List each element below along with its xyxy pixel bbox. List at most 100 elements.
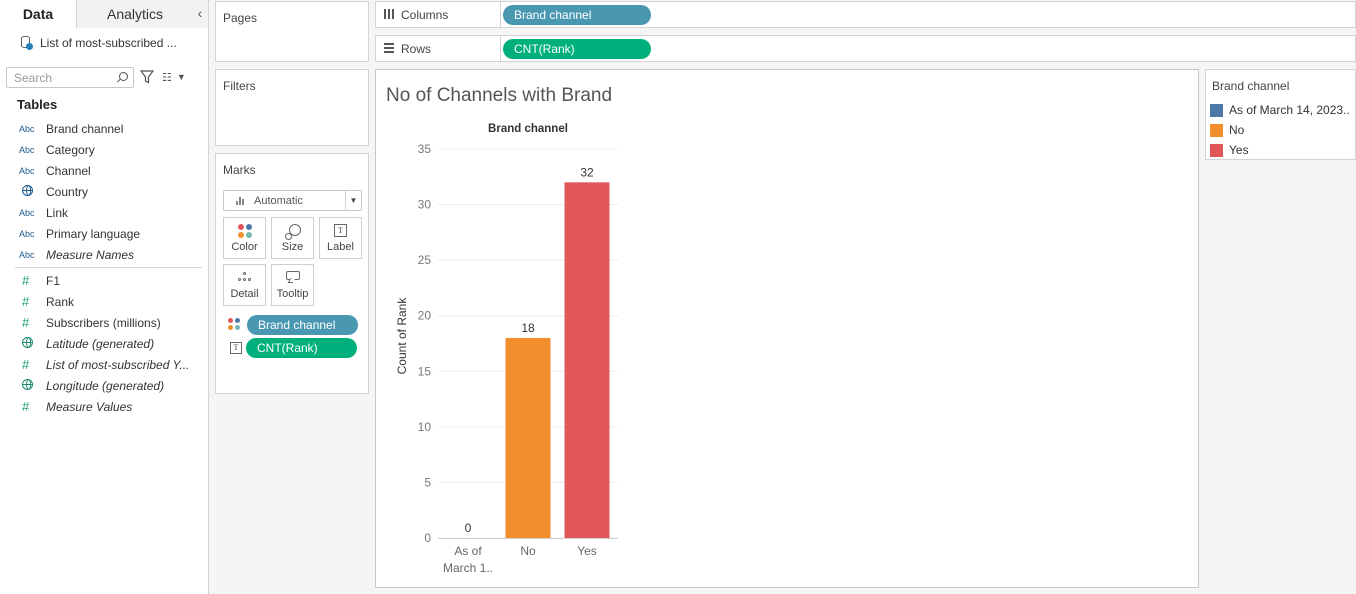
rows-label: Rows — [401, 42, 432, 56]
field-rank[interactable]: # Rank — [0, 291, 208, 312]
marks-label-row: T CNT(Rank) — [228, 338, 357, 358]
datasource-icon — [20, 36, 34, 50]
data-label: 0 — [465, 521, 472, 535]
tooltip-button[interactable]: Tooltip — [271, 264, 314, 306]
globe-icon — [22, 379, 33, 390]
marks-title: Marks — [223, 163, 256, 177]
size-label: Size — [281, 241, 304, 253]
detail-button[interactable]: Detail — [223, 264, 266, 306]
size-button[interactable]: Size — [271, 217, 314, 259]
color-button[interactable]: Color — [223, 217, 266, 259]
legend-item[interactable]: As of March 14, 2023.. — [1210, 102, 1350, 118]
columns-shelf[interactable]: Columns Brand channel — [375, 1, 1356, 28]
y-tick-label: 10 — [418, 420, 432, 434]
field-label: Rank — [46, 294, 75, 309]
legend-swatch — [1210, 103, 1223, 117]
field-longitude[interactable]: Longitude (generated) — [0, 375, 208, 396]
field-subscribers[interactable]: # Subscribers (millions) — [0, 312, 208, 333]
filters-title: Filters — [223, 79, 256, 93]
globe-icon — [22, 185, 33, 196]
tab-analytics[interactable]: Analytics — [77, 0, 193, 28]
y-tick-label: 15 — [418, 364, 432, 378]
y-tick-label: 25 — [418, 253, 432, 267]
datasource-item[interactable]: List of most-subscribed ... — [20, 34, 206, 52]
y-axis-title: Count of Rank — [395, 297, 409, 375]
legend-label: As of March 14, 2023.. — [1229, 103, 1350, 117]
globe-icon — [22, 337, 33, 348]
chevron-down-icon[interactable]: ▼ — [177, 72, 186, 82]
color-label: Color — [231, 241, 258, 253]
label-icon: T — [230, 342, 242, 354]
x-tick-label: March 1.. — [443, 561, 493, 575]
pages-card[interactable]: Pages — [215, 1, 369, 62]
data-label: 18 — [521, 321, 535, 335]
field-label: Primary language — [46, 226, 141, 241]
dimension-measure-divider — [15, 267, 202, 268]
pages-title: Pages — [223, 11, 258, 25]
field-brand-channel[interactable]: Abc Brand channel — [0, 118, 208, 139]
filter-icon[interactable] — [140, 70, 154, 84]
y-tick-label: 30 — [418, 198, 432, 212]
marks-card: Marks Automatic ▼ Color Size T Label Det… — [215, 153, 369, 394]
field-category[interactable]: Abc Category — [0, 139, 208, 160]
detail-icon — [237, 271, 252, 283]
mark-type-dropdown[interactable]: Automatic ▼ — [223, 190, 362, 211]
size-icon — [284, 224, 301, 240]
field-list: Abc Brand channel Abc Category Abc Channel … — [0, 118, 208, 417]
columns-shelf-header: Columns — [376, 2, 501, 27]
string-type-icon: Abc — [19, 207, 35, 218]
field-measure-values[interactable]: # Measure Values — [0, 396, 208, 417]
color-icon — [228, 318, 244, 332]
mark-type-label: Automatic — [254, 195, 303, 207]
field-label: Subscribers (millions) — [46, 315, 161, 330]
viz-area[interactable]: No of Channels with Brand Brand channel 0… — [375, 69, 1199, 588]
marks-pill-brand-channel[interactable]: Brand channel — [247, 315, 358, 335]
field-record-count[interactable]: # List of most-subscribed Y... — [0, 354, 208, 375]
tab-data[interactable]: Data — [0, 0, 77, 29]
data-label: 32 — [580, 165, 594, 179]
field-latitude[interactable]: Latitude (generated) — [0, 333, 208, 354]
detail-label: Detail — [230, 288, 259, 300]
y-tick-label: 20 — [418, 309, 432, 323]
field-primary-language[interactable]: Abc Primary language — [0, 223, 208, 244]
rows-shelf[interactable]: Rows CNT(Rank) — [375, 35, 1356, 62]
rows-icon — [383, 42, 395, 54]
field-label: Category — [46, 142, 95, 157]
x-tick-label: No — [520, 544, 536, 558]
view-options-icon[interactable]: ☷ — [162, 71, 172, 84]
chevron-down-icon[interactable]: ▼ — [345, 191, 361, 210]
legend-item[interactable]: Yes — [1210, 142, 1249, 158]
search-row: Search ☷ ▼ — [6, 66, 206, 88]
label-label: Label — [327, 241, 354, 253]
number-type-icon: # — [22, 315, 30, 330]
tooltip-label: Tooltip — [276, 288, 309, 300]
bar-1 — [505, 337, 551, 538]
rows-pill-cnt-rank[interactable]: CNT(Rank) — [503, 39, 651, 59]
number-type-icon: # — [22, 357, 30, 372]
search-input[interactable]: Search — [6, 66, 134, 88]
tables-header: Tables — [17, 97, 58, 112]
field-country[interactable]: Country — [0, 181, 208, 202]
marks-pill-cnt-rank[interactable]: CNT(Rank) — [246, 338, 357, 358]
string-type-icon: Abc — [19, 144, 35, 155]
field-measure-names[interactable]: Abc Measure Names — [0, 244, 208, 265]
legend-item[interactable]: No — [1210, 122, 1244, 138]
field-f1[interactable]: # F1 — [0, 270, 208, 291]
rows-shelf-header: Rows — [376, 36, 501, 61]
label-button[interactable]: T Label — [319, 217, 362, 259]
collapse-pane-icon[interactable]: ‹ — [192, 0, 208, 28]
columns-pill-brand-channel[interactable]: Brand channel — [503, 5, 651, 25]
string-type-icon: Abc — [19, 123, 35, 134]
y-tick-label: 35 — [418, 142, 432, 156]
y-tick-label: 0 — [424, 531, 431, 545]
legend-title: Brand channel — [1212, 79, 1290, 93]
marks-color-row: Brand channel — [228, 315, 358, 335]
bar-2 — [564, 182, 610, 538]
field-label: List of most-subscribed Y... — [46, 357, 190, 372]
field-link[interactable]: Abc Link — [0, 202, 208, 223]
field-channel[interactable]: Abc Channel — [0, 160, 208, 181]
bar-chart[interactable]: Brand channel 0 5 10 15 20 25 30 35 Count of Rank… — [376, 70, 1200, 589]
filters-card[interactable]: Filters — [215, 69, 369, 146]
color-icon — [237, 224, 252, 238]
search-icon — [119, 71, 128, 81]
